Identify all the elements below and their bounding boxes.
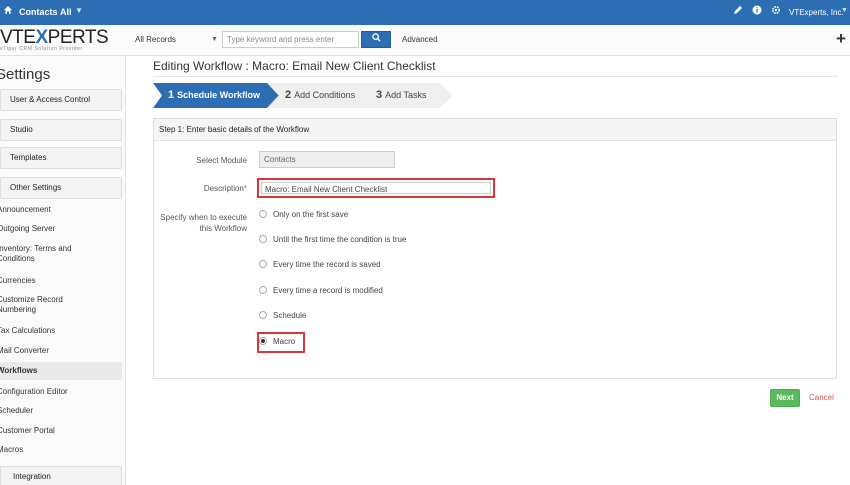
step-add-tasks[interactable]: 3 Add Tasks (357, 83, 453, 108)
search-input[interactable]: Type keyword and press enter (222, 31, 359, 48)
option-macro[interactable]: Macro (259, 336, 295, 348)
settings-sidebar: Settings User & Access Control Studio Te… (0, 56, 126, 485)
module-field: Contacts (259, 151, 395, 168)
option-until-condition-true[interactable]: Until the first time the condition is tr… (259, 234, 406, 246)
home-icon[interactable] (3, 5, 13, 18)
panel-heading: Step 1: Enter basic details of the Workf… (154, 119, 836, 141)
option-first-save[interactable]: Only on the first save (259, 209, 348, 221)
workflow-details-panel: Step 1: Enter basic details of the Workf… (153, 118, 837, 379)
advanced-search-link[interactable]: Advanced (402, 35, 438, 44)
quick-create-plus-icon[interactable]: + (836, 29, 846, 49)
gear-icon[interactable] (771, 5, 781, 18)
radio-button[interactable] (259, 311, 267, 319)
chevron-down-icon[interactable]: ▼ (75, 6, 83, 15)
records-select[interactable]: All Records ▼ (131, 31, 221, 49)
divider (153, 76, 838, 77)
sidebar-item-outgoing-server[interactable]: Outgoing Server (0, 224, 119, 234)
chevron-down-icon: ▼ (211, 36, 218, 43)
search-icon (371, 33, 381, 42)
sidebar-item-macros[interactable]: Macros (0, 445, 119, 455)
option-schedule[interactable]: Schedule (259, 310, 306, 322)
sidebar-section-other-settings[interactable]: Other Settings (0, 177, 122, 199)
radio-button[interactable] (259, 286, 267, 294)
vtexperts-logo: VTEXPERTS vTiger CRM Solution Provider (0, 27, 109, 53)
sidebar-item-configuration-editor[interactable]: Configuration Editor (0, 387, 119, 397)
sidebar-item-tax-calculations[interactable]: Tax Calculations (0, 326, 119, 336)
execute-when-label: Specify when to execute this Workflow (160, 213, 247, 233)
breadcrumb-filter[interactable]: All (60, 7, 72, 17)
step-schedule-workflow[interactable]: 1 Schedule Workflow (153, 83, 281, 108)
radio-button[interactable] (259, 235, 267, 243)
option-every-modify[interactable]: Every time a record is modified (259, 285, 383, 297)
radio-button[interactable] (259, 260, 267, 268)
pencil-icon[interactable] (733, 5, 743, 18)
top-navigation-bar: Contacts All ▼ VTExperts, Inc. ▼ (0, 0, 850, 25)
sidebar-item-customer-portal[interactable]: Customer Portal (0, 426, 119, 436)
sidebar-item-customize-numbering[interactable]: Customize Record Numbering (0, 295, 87, 315)
radio-button-selected[interactable] (259, 337, 267, 345)
description-highlight: Macro: Email New Client Checklist (257, 178, 495, 198)
sidebar-item-inventory-terms[interactable]: Inventory: Terms and Conditions (0, 244, 107, 264)
sidebar-item-announcement[interactable]: Announcement (0, 205, 119, 215)
sidebar-section-integration[interactable]: Integration (0, 466, 122, 485)
radio-button[interactable] (259, 210, 267, 218)
chevron-down-icon[interactable]: ▼ (841, 7, 848, 14)
workflow-steps: 1 Schedule Workflow 2 Add Conditions 3 Add … (153, 83, 473, 108)
search-button[interactable] (361, 31, 391, 48)
sidebar-section-user-access[interactable]: User & Access Control (0, 89, 122, 111)
company-name[interactable]: VTExperts, Inc. (789, 8, 844, 17)
select-module-label: Select Module (196, 156, 247, 165)
description-label: Description* (203, 184, 247, 193)
cancel-link[interactable]: Cancel (809, 393, 834, 402)
sidebar-item-mail-converter[interactable]: Mail Converter (0, 346, 119, 356)
sidebar-section-studio[interactable]: Studio (0, 119, 122, 141)
page-title: Editing Workflow : Macro: Email New Clie… (153, 59, 436, 73)
sidebar-item-currencies[interactable]: Currencies (0, 276, 119, 286)
option-every-save[interactable]: Every time the record is saved (259, 259, 381, 271)
description-input[interactable]: Macro: Email New Client Checklist (261, 182, 491, 194)
sidebar-section-templates[interactable]: Templates (0, 147, 122, 169)
sidebar-title: Settings (0, 66, 51, 83)
info-icon[interactable] (752, 5, 762, 18)
sidebar-item-scheduler[interactable]: Scheduler (0, 406, 119, 416)
breadcrumb-module[interactable]: Contacts (19, 7, 58, 17)
step-add-conditions[interactable]: 2 Add Conditions (267, 83, 373, 108)
search-toolbar: VTEXPERTS vTiger CRM Solution Provider A… (0, 25, 850, 56)
next-button[interactable]: Next (770, 389, 800, 407)
main-content: Editing Workflow : Macro: Email New Clie… (126, 56, 850, 485)
sidebar-item-workflows[interactable]: Workflows (0, 362, 122, 380)
